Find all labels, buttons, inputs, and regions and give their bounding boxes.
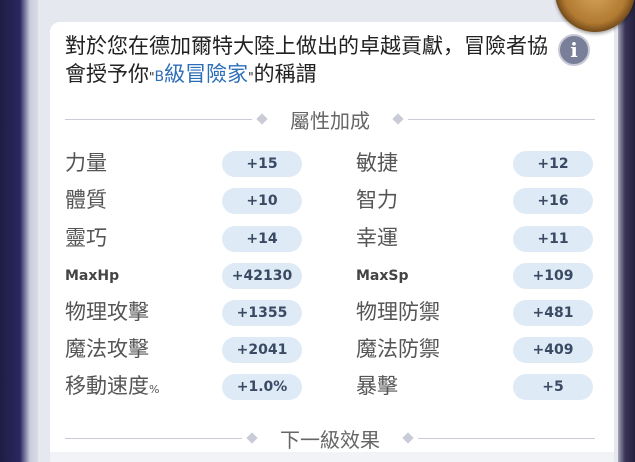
divider-right: [408, 118, 595, 120]
diamond-right-icon: [392, 113, 404, 125]
info-button-label: i: [570, 38, 578, 62]
stat-value-maxhp: +42130: [222, 263, 302, 289]
bottom-strip: [50, 452, 614, 462]
stat-value-pdef: +481: [513, 300, 593, 326]
stat-label-vit: 體質: [65, 188, 107, 212]
stat-label-pdef: 物理防禦: [356, 300, 440, 324]
divider-left: [65, 437, 242, 439]
rank-tag: B: [154, 69, 165, 85]
stat-value-patk: +1355: [222, 300, 302, 326]
stat-label-move-suffix: %: [149, 383, 160, 396]
diamond-left-icon: [246, 432, 258, 444]
info-icon[interactable]: i: [558, 34, 590, 66]
stat-label-dex: 靈巧: [65, 226, 107, 250]
stat-label-move-text: 移動速度: [65, 374, 149, 398]
divider-left: [65, 118, 252, 120]
stat-value-luk: +11: [513, 226, 593, 252]
stat-value-vit: +10: [222, 188, 302, 214]
rank-name: 級冒險家: [164, 62, 249, 86]
medal-icon: [555, 0, 635, 32]
stat-label-maxsp: MaxSp: [356, 268, 409, 284]
title-description: 對於您在德加爾特大陸上做出的卓越貢獻，冒險者協會授予你"B級冒險家"的稱謂: [65, 32, 553, 91]
stat-label-luk: 幸運: [356, 226, 398, 250]
stat-value-maxsp: +109: [513, 263, 593, 289]
attributes-header: 屬性加成: [65, 104, 595, 134]
stat-label-agi: 敏捷: [356, 151, 398, 175]
stat-label-crit: 暴擊: [356, 374, 398, 398]
stat-value-dex: +14: [222, 226, 302, 252]
next-level-header: 下一級效果: [65, 423, 595, 453]
stat-label-matk: 魔法攻擊: [65, 337, 149, 361]
diamond-left-icon: [256, 113, 268, 125]
stat-value-agi: +12: [513, 151, 593, 177]
diamond-right-icon: [402, 432, 414, 444]
stat-label-str: 力量: [65, 151, 107, 175]
stat-value-int: +16: [513, 188, 593, 214]
stat-value-crit: +5: [513, 374, 593, 400]
stat-label-mdef: 魔法防禦: [356, 337, 440, 361]
stat-label-int: 智力: [356, 188, 398, 212]
stat-value-str: +15: [222, 151, 302, 177]
stat-value-move: +1.0%: [222, 374, 302, 400]
divider-right: [418, 437, 595, 439]
stat-value-mdef: +409: [513, 337, 593, 363]
stat-label-patk: 物理攻擊: [65, 300, 149, 324]
stat-label-move: 移動速度%: [65, 372, 159, 404]
stat-label-maxhp: MaxHp: [65, 268, 120, 284]
description-text-after: 的稱謂: [253, 62, 317, 86]
attributes-title: 屬性加成: [290, 108, 370, 133]
stat-value-matk: +2041: [222, 337, 302, 363]
next-level-title: 下一級效果: [280, 427, 380, 452]
